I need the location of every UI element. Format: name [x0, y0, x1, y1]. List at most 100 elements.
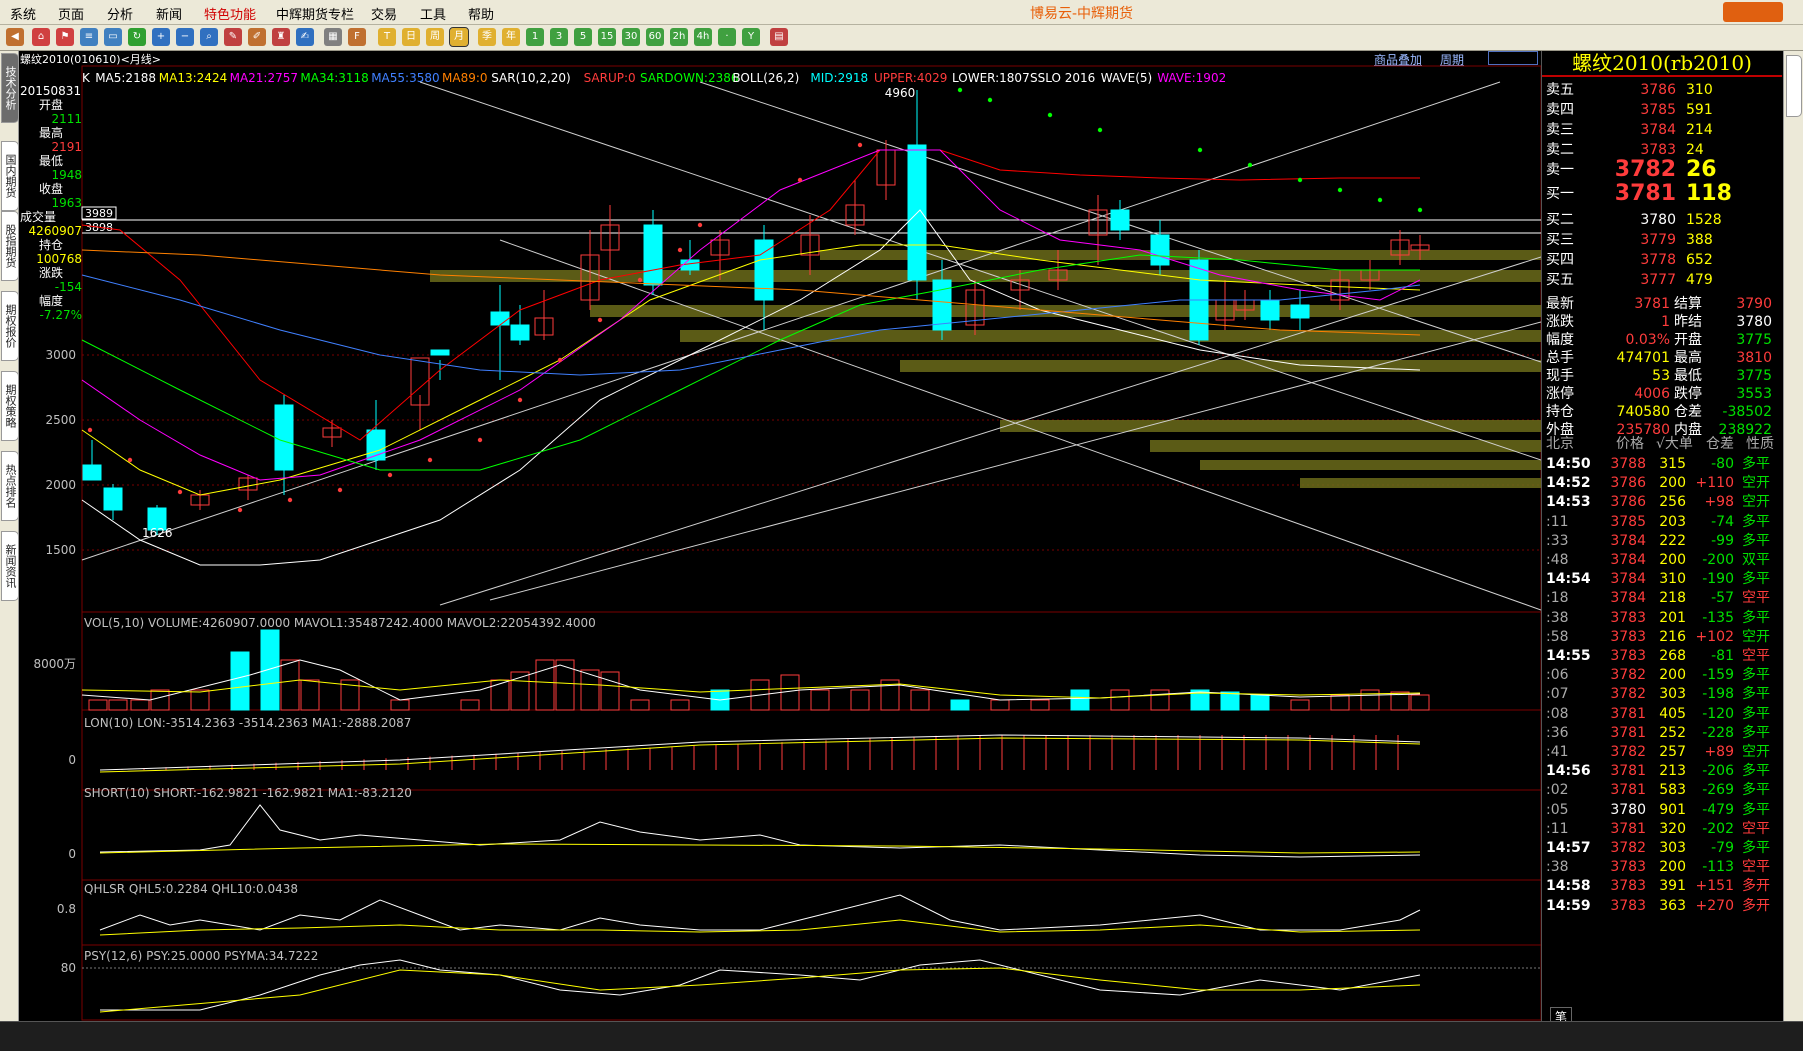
tick-header-nature: 性质 — [1746, 436, 1774, 452]
y-tick-label: 1500 — [45, 543, 76, 557]
volume-bar — [950, 699, 970, 711]
tick-header-row: 北京 价格 √大单 仓差 性质 — [1546, 435, 1778, 453]
bid-volume: 652 — [1686, 252, 1713, 268]
tick-time: :38 — [1546, 859, 1569, 876]
price-label: 3989 — [85, 207, 113, 220]
low-price-label: 1626 — [142, 526, 173, 540]
candle-body — [430, 349, 450, 356]
ask-label: 卖一 — [1546, 162, 1574, 178]
tick-nature: 多平 — [1742, 705, 1770, 722]
ma-legend-item: MID:2918 — [810, 71, 868, 85]
tick-price: 3784 — [1610, 552, 1646, 568]
y-tick-label: 3000 — [45, 348, 76, 362]
tick-time: 14:50 — [1546, 456, 1591, 472]
tick-row: :48 3784 200 -200 双平 — [1546, 551, 1778, 569]
tick-nature: 空平 — [1742, 590, 1770, 607]
tick-price: 3788 — [1610, 456, 1646, 472]
tick-oi-change: -228 — [1702, 724, 1734, 741]
ask-price: 3785 — [1640, 102, 1676, 118]
tick-oi-change: +102 — [1695, 628, 1734, 645]
tick-volume: 310 — [1659, 571, 1686, 588]
ask-label: 卖四 — [1546, 102, 1574, 118]
tick-row: :07 3782 303 -198 多平 — [1546, 685, 1778, 703]
tick-volume: 213 — [1659, 763, 1686, 780]
stat-label: 涨停 — [1546, 386, 1574, 402]
tick-oi-change: -113 — [1702, 859, 1734, 876]
tick-time: :41 — [1546, 744, 1569, 760]
ask-row: 卖三 3784 214 — [1546, 121, 1778, 139]
bid-row: 买一 3781 118 — [1546, 181, 1778, 206]
tick-header-price: 价格 — [1616, 436, 1644, 452]
volume-bar — [850, 689, 870, 711]
tick-row: :58 3783 216 +102 空开 — [1546, 628, 1778, 646]
volume-profile-band — [900, 360, 1541, 372]
right-scrollbar[interactable] — [1783, 51, 1803, 1025]
tick-time: :05 — [1546, 801, 1569, 818]
volume-bar — [1070, 689, 1090, 711]
qhl5-line — [99, 894, 1421, 931]
tick-oi-change: -57 — [1711, 590, 1734, 607]
tick-oi-change: -120 — [1702, 705, 1734, 722]
tick-header-time: 北京 — [1546, 436, 1574, 452]
stat-value: 1 — [1661, 314, 1670, 330]
ma-legend-item: MA5:2188 — [95, 71, 156, 85]
sar-dot — [387, 472, 393, 478]
ma-legend-item: MA34:3118 — [300, 71, 368, 85]
sar-dot — [1417, 207, 1423, 213]
ask-volume: 214 — [1686, 122, 1713, 138]
info-oi-value: 100768 — [36, 252, 82, 266]
info-pct-value: -7.27% — [39, 308, 82, 322]
tick-oi-change: -74 — [1711, 513, 1734, 530]
scroll-thumb[interactable] — [1786, 55, 1802, 117]
tick-oi-change: +110 — [1695, 475, 1734, 492]
bid-row: 买三 3779 388 — [1546, 231, 1778, 249]
tick-volume: 252 — [1659, 724, 1686, 741]
stat-value: 4006 — [1634, 386, 1670, 402]
volume-bar — [1360, 689, 1380, 711]
bid-volume: 118 — [1686, 181, 1732, 206]
stat-value: -38502 — [1722, 404, 1772, 420]
info-oi-label: 持仓 — [38, 238, 63, 252]
main-chart[interactable]: 3000 2500 2000 1500 K MA5:2188 MA13:2424 MA21:2… — [0, 0, 1541, 1021]
ma-legend-item: SSLO 2016 — [1030, 71, 1095, 85]
tick-oi-change: -202 — [1702, 820, 1734, 837]
tick-oi-change: -198 — [1702, 686, 1734, 703]
tick-nature: 多平 — [1742, 840, 1770, 856]
sar-dot — [237, 507, 243, 513]
ask-volume: 26 — [1686, 157, 1717, 182]
candle-body — [754, 239, 774, 301]
info-date: 20150831 — [20, 84, 82, 98]
tick-nature: 空平 — [1742, 820, 1770, 837]
stat-value: 3790 — [1736, 296, 1772, 312]
tick-row: 14:58 3783 391 +151 多开 — [1546, 877, 1778, 895]
tick-oi-change: +89 — [1704, 744, 1734, 760]
stat-label: 最新 — [1546, 296, 1574, 312]
bid-price: 3781 — [1614, 181, 1676, 206]
volume-bar — [555, 659, 575, 711]
candle-body — [1260, 299, 1280, 321]
sar-dot — [857, 142, 863, 148]
volume-bar — [1110, 689, 1130, 711]
tick-price: 3784 — [1610, 532, 1646, 549]
tick-time: :02 — [1546, 782, 1569, 799]
volume-bar — [390, 699, 410, 711]
ma-legend-item: MA13:2424 — [159, 71, 227, 85]
tick-nature: 多平 — [1742, 763, 1770, 780]
short-ma-line — [99, 843, 1421, 854]
ask-price: 3786 — [1640, 82, 1676, 98]
sar-dot — [987, 97, 993, 103]
volume-bar — [130, 699, 150, 711]
tick-row: :06 3782 200 -159 多平 — [1546, 666, 1778, 684]
tick-nature: 双平 — [1742, 552, 1770, 568]
qhlsr-header: QHLSR QHL5:0.2284 QHL10:0.0438 — [84, 882, 298, 896]
tick-volume: 303 — [1659, 686, 1686, 703]
bid-price: 3780 — [1640, 212, 1676, 228]
tick-time: 14:54 — [1546, 571, 1591, 588]
quote-title: 螺纹2010(rb2010) — [1572, 51, 1752, 75]
tick-nature: 多平 — [1742, 801, 1770, 818]
tick-price: 3786 — [1610, 475, 1646, 492]
ma-legend-item: BOLL(26,2) — [732, 71, 799, 85]
tick-price: 3782 — [1610, 667, 1646, 684]
stat-label: 最高 — [1674, 350, 1702, 366]
bid-volume: 388 — [1686, 232, 1713, 248]
